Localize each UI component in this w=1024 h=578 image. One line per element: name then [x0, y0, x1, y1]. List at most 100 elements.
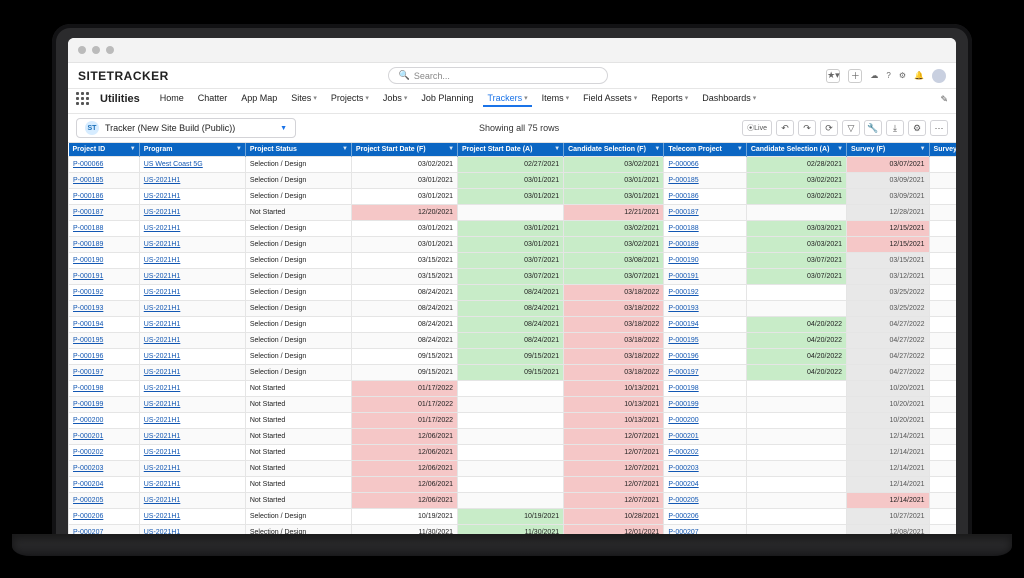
project-id-cell[interactable]: P-000189	[69, 237, 140, 253]
program-cell[interactable]: US-2021H1	[139, 349, 245, 365]
undo-button[interactable]: ↶	[776, 120, 794, 136]
telecom-project-cell[interactable]: P-000066	[664, 157, 747, 173]
project-id-cell[interactable]: P-000066	[69, 157, 140, 173]
tracker-grid[interactable]: Project ID▼Program▼Project Status▼Projec…	[68, 143, 956, 548]
telecom-project-cell[interactable]: P-000190	[664, 253, 747, 269]
program-cell[interactable]: US West Coast 5G	[139, 157, 245, 173]
project-id-cell[interactable]: P-000193	[69, 301, 140, 317]
program-cell[interactable]: US-2021H1	[139, 445, 245, 461]
column-header[interactable]: Candidate Selection (A)▼	[746, 143, 846, 157]
program-cell[interactable]: US-2021H1	[139, 189, 245, 205]
telecom-project-cell[interactable]: P-000203	[664, 461, 747, 477]
column-header[interactable]: Telecom Project▼	[664, 143, 747, 157]
telecom-project-cell[interactable]: P-000202	[664, 445, 747, 461]
column-header[interactable]: Project Start Date (F)▼	[351, 143, 457, 157]
telecom-project-cell[interactable]: P-000191	[664, 269, 747, 285]
nav-item-trackers[interactable]: Trackers▾	[483, 91, 531, 107]
program-cell[interactable]: US-2021H1	[139, 205, 245, 221]
help-icon[interactable]: ?	[886, 71, 890, 80]
program-cell[interactable]: US-2021H1	[139, 317, 245, 333]
nav-item-home[interactable]: Home	[156, 91, 188, 107]
telecom-project-cell[interactable]: P-000199	[664, 397, 747, 413]
nav-item-dashboards[interactable]: Dashboards▾	[698, 91, 760, 107]
project-id-cell[interactable]: P-000192	[69, 285, 140, 301]
nav-item-sites[interactable]: Sites▾	[287, 91, 321, 107]
telecom-project-cell[interactable]: P-000205	[664, 493, 747, 509]
nav-item-chatter[interactable]: Chatter	[194, 91, 232, 107]
download-button[interactable]: ⤓	[886, 120, 904, 136]
redo-button[interactable]: ↷	[798, 120, 816, 136]
nav-item-job-planning[interactable]: Job Planning	[417, 91, 477, 107]
telecom-project-cell[interactable]: P-000194	[664, 317, 747, 333]
nav-item-jobs[interactable]: Jobs▾	[379, 91, 412, 107]
program-cell[interactable]: US-2021H1	[139, 285, 245, 301]
program-cell[interactable]: US-2021H1	[139, 413, 245, 429]
notifications-icon[interactable]: 🔔	[914, 71, 924, 80]
avatar[interactable]	[932, 69, 946, 83]
settings-button[interactable]: ⚙	[908, 120, 926, 136]
program-cell[interactable]: US-2021H1	[139, 301, 245, 317]
project-id-cell[interactable]: P-000198	[69, 381, 140, 397]
nav-item-app-map[interactable]: App Map	[237, 91, 281, 107]
nav-item-items[interactable]: Items▾	[538, 91, 574, 107]
program-cell[interactable]: US-2021H1	[139, 253, 245, 269]
telecom-project-cell[interactable]: P-000189	[664, 237, 747, 253]
telecom-project-cell[interactable]: P-000196	[664, 349, 747, 365]
program-cell[interactable]: US-2021H1	[139, 429, 245, 445]
gear-icon[interactable]: ⚙	[899, 71, 906, 80]
refresh-button[interactable]: ⟳	[820, 120, 838, 136]
program-cell[interactable]: US-2021H1	[139, 365, 245, 381]
filter-button[interactable]: ▽	[842, 120, 860, 136]
more-button[interactable]: ⋯	[930, 120, 948, 136]
nav-item-projects[interactable]: Projects▾	[327, 91, 373, 107]
column-header[interactable]: Project ID▼	[69, 143, 140, 157]
project-id-cell[interactable]: P-000195	[69, 333, 140, 349]
tracker-selector[interactable]: ST Tracker (New Site Build (Public)) ▼	[76, 118, 296, 138]
column-header[interactable]: Candidate Selection (F)▼	[564, 143, 664, 157]
project-id-cell[interactable]: P-000199	[69, 397, 140, 413]
project-id-cell[interactable]: P-000200	[69, 413, 140, 429]
live-toggle[interactable]: ⦿Live	[742, 120, 772, 136]
add-button[interactable]: ＋	[848, 69, 862, 83]
telecom-project-cell[interactable]: P-000193	[664, 301, 747, 317]
program-cell[interactable]: US-2021H1	[139, 237, 245, 253]
favorites-button[interactable]: ★▾	[826, 69, 840, 83]
program-cell[interactable]: US-2021H1	[139, 333, 245, 349]
app-launcher-icon[interactable]	[76, 92, 90, 106]
project-id-cell[interactable]: P-000206	[69, 509, 140, 525]
nav-item-reports[interactable]: Reports▾	[647, 91, 692, 107]
program-cell[interactable]: US-2021H1	[139, 397, 245, 413]
project-id-cell[interactable]: P-000204	[69, 477, 140, 493]
column-header[interactable]: Survey (A)▼	[929, 143, 956, 157]
telecom-project-cell[interactable]: P-000201	[664, 429, 747, 445]
program-cell[interactable]: US-2021H1	[139, 461, 245, 477]
global-search[interactable]: 🔍 Search...	[388, 67, 608, 84]
project-id-cell[interactable]: P-000190	[69, 253, 140, 269]
telecom-project-cell[interactable]: P-000186	[664, 189, 747, 205]
telecom-project-cell[interactable]: P-000206	[664, 509, 747, 525]
project-id-cell[interactable]: P-000201	[69, 429, 140, 445]
project-id-cell[interactable]: P-000194	[69, 317, 140, 333]
program-cell[interactable]: US-2021H1	[139, 221, 245, 237]
telecom-project-cell[interactable]: P-000192	[664, 285, 747, 301]
project-id-cell[interactable]: P-000203	[69, 461, 140, 477]
salesforce-icon[interactable]: ☁	[870, 71, 878, 80]
program-cell[interactable]: US-2021H1	[139, 477, 245, 493]
telecom-project-cell[interactable]: P-000200	[664, 413, 747, 429]
project-id-cell[interactable]: P-000187	[69, 205, 140, 221]
project-id-cell[interactable]: P-000197	[69, 365, 140, 381]
edit-nav-icon[interactable]: ✎	[940, 94, 948, 105]
project-id-cell[interactable]: P-000185	[69, 173, 140, 189]
telecom-project-cell[interactable]: P-000195	[664, 333, 747, 349]
column-header[interactable]: Project Start Date (A)▼	[458, 143, 564, 157]
project-id-cell[interactable]: P-000205	[69, 493, 140, 509]
project-id-cell[interactable]: P-000191	[69, 269, 140, 285]
project-id-cell[interactable]: P-000186	[69, 189, 140, 205]
telecom-project-cell[interactable]: P-000197	[664, 365, 747, 381]
telecom-project-cell[interactable]: P-000204	[664, 477, 747, 493]
telecom-project-cell[interactable]: P-000187	[664, 205, 747, 221]
project-id-cell[interactable]: P-000196	[69, 349, 140, 365]
column-header[interactable]: Project Status▼	[245, 143, 351, 157]
project-id-cell[interactable]: P-000188	[69, 221, 140, 237]
nav-item-field-assets[interactable]: Field Assets▾	[579, 91, 641, 107]
